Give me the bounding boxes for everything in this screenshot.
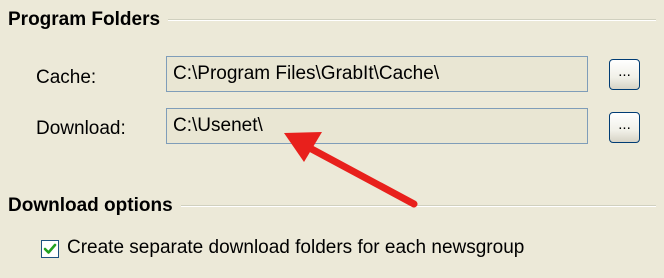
download-browse-button[interactable]: ...: [609, 112, 640, 143]
cache-label: Cache:: [36, 67, 97, 88]
download-options-header: Download options: [8, 190, 656, 222]
program-folders-header: Program Folders: [8, 4, 656, 36]
download-options-divider: [180, 205, 656, 207]
separate-folders-checkbox[interactable]: [41, 240, 59, 258]
separate-folders-label: Create separate download folders for eac…: [67, 237, 525, 258]
checkmark-icon: [43, 243, 57, 254]
cache-browse-button[interactable]: ...: [609, 59, 640, 90]
download-options-title: Download options: [8, 195, 173, 216]
download-label: Download:: [36, 118, 126, 139]
download-path-field[interactable]: [166, 108, 588, 144]
cache-path-field[interactable]: [166, 56, 588, 92]
program-folders-title: Program Folders: [8, 9, 161, 30]
program-folders-divider: [168, 19, 656, 21]
